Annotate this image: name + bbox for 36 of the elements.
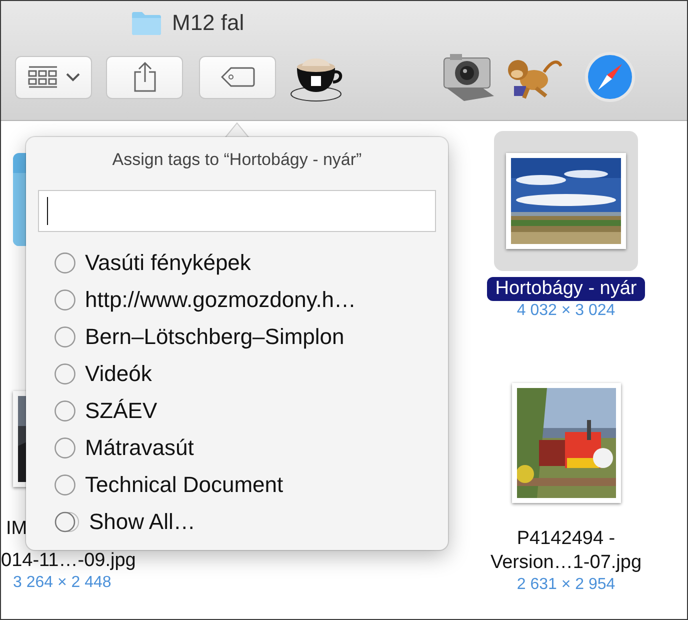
image-dimensions: 4 032 × 3 024 xyxy=(516,301,616,321)
image-dimensions: 3 264 × 2 448 xyxy=(12,573,112,593)
show-all-button[interactable]: Show All… xyxy=(38,503,202,540)
file-name[interactable]: Hortobágy - nyár xyxy=(487,277,645,301)
tags-button[interactable] xyxy=(199,56,276,98)
stacked-circles-icon xyxy=(54,510,80,532)
tag-circle-icon xyxy=(54,362,76,384)
tag-circle-icon xyxy=(54,288,76,310)
chevron-icon xyxy=(66,72,80,82)
tag-item[interactable]: Technical Document xyxy=(38,466,290,503)
tag-circle-icon xyxy=(54,474,76,496)
file-name[interactable]: 014-11…-09.jpg xyxy=(1,549,136,573)
share-icon xyxy=(134,62,156,92)
file-name[interactable]: Version…1-07.jpg xyxy=(490,551,642,575)
compass-icon[interactable] xyxy=(584,51,636,103)
tag-circle-icon xyxy=(54,400,76,422)
tag-circle-icon xyxy=(54,326,76,348)
tag-item[interactable]: SZÁEV xyxy=(38,392,164,429)
view-button[interactable] xyxy=(15,56,92,98)
tag-item[interactable]: Vasúti fényképek xyxy=(38,244,257,281)
file-name[interactable]: IM xyxy=(1,517,28,541)
tag-item[interactable]: Videók xyxy=(38,355,158,392)
tag-icon xyxy=(220,67,254,87)
file-name[interactable]: P4142494 - xyxy=(516,527,616,551)
tag-circle-icon xyxy=(54,252,76,274)
popover-title: Assign tags to “Hortobágy - nyár” xyxy=(111,149,363,171)
tag-item[interactable]: Bern–Lötschberg–Simplon xyxy=(38,318,350,355)
folder-icon xyxy=(131,11,162,35)
grid-icon xyxy=(28,66,58,88)
window-title: M12 fal xyxy=(172,12,244,34)
tag-field[interactable] xyxy=(38,190,436,232)
tag-item[interactable]: Mátravasút xyxy=(38,429,200,466)
tag-item[interactable]: http://www.gozmozdony.h… xyxy=(38,281,362,318)
image-dimensions: 2 631 × 2 954 xyxy=(516,575,616,595)
tag-circle-icon xyxy=(54,436,76,458)
share-button[interactable] xyxy=(106,56,183,98)
